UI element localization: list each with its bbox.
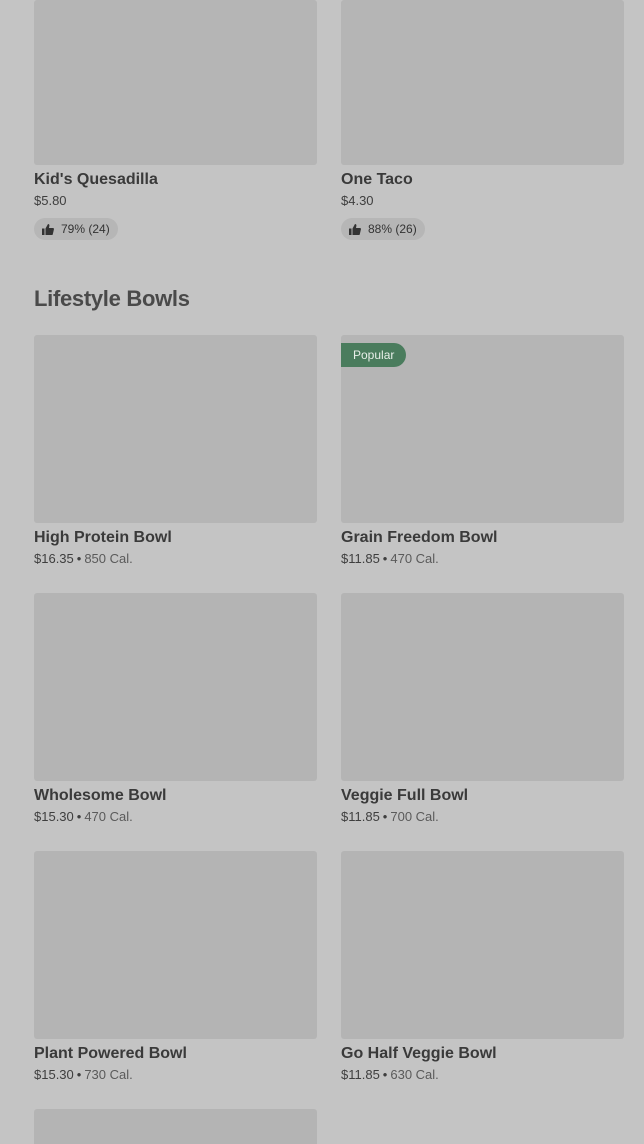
separator: • — [382, 1067, 388, 1082]
item-name: Wholesome Bowl — [34, 787, 167, 804]
item-meta: $11.85 • 470 Cal. — [341, 551, 624, 567]
item-calories: 700 Cal. — [390, 809, 439, 824]
menu-item-card[interactable]: One Taco $4.30 88% (26) — [341, 0, 624, 240]
item-price: $11.85 — [341, 551, 380, 566]
item-name: Plant Powered Bowl — [34, 1045, 187, 1062]
separator: • — [76, 809, 82, 824]
rating-text: 88% (26) — [368, 222, 417, 236]
rating-badge: 88% (26) — [341, 218, 425, 240]
menu-item-card[interactable] — [34, 1109, 317, 1144]
section-title: Lifestyle Bowls — [34, 286, 190, 311]
menu-item-card[interactable]: High Protein Bowl $16.35 • 850 Cal. — [34, 335, 317, 567]
menu-item-card[interactable]: Go Half Veggie Bowl $11.85 • 630 Cal. — [341, 851, 624, 1083]
separator: • — [76, 551, 82, 566]
item-image[interactable] — [341, 0, 624, 165]
item-image[interactable] — [34, 851, 317, 1039]
separator: • — [382, 551, 388, 566]
item-name: One Taco — [341, 171, 413, 188]
menu-item-card[interactable]: Plant Powered Bowl $15.30 • 730 Cal. — [34, 851, 317, 1083]
thumbs-up-icon — [42, 223, 54, 235]
item-meta: $16.35 • 850 Cal. — [34, 551, 317, 567]
item-calories: 470 Cal. — [390, 551, 439, 566]
item-image[interactable] — [34, 1109, 317, 1144]
item-name: Kid's Quesadilla — [34, 171, 158, 188]
item-calories: 850 Cal. — [84, 551, 133, 566]
item-price: $16.35 — [34, 551, 74, 566]
item-meta: $11.85 • 700 Cal. — [341, 809, 624, 825]
menu-item-card[interactable]: Kid's Quesadilla $5.80 79% (24) — [34, 0, 317, 240]
item-meta: $15.30 • 470 Cal. — [34, 809, 317, 825]
item-price: $11.85 — [341, 1067, 380, 1082]
item-calories: 470 Cal. — [84, 809, 133, 824]
item-meta: $15.30 • 730 Cal. — [34, 1067, 317, 1083]
item-calories: 730 Cal. — [84, 1067, 133, 1082]
item-price: $15.30 — [34, 809, 74, 824]
item-image[interactable]: Popular — [341, 335, 624, 523]
separator: • — [382, 809, 388, 824]
menu-item-card[interactable]: Wholesome Bowl $15.30 • 470 Cal. — [34, 593, 317, 825]
item-image[interactable] — [34, 335, 317, 523]
rating-text: 79% (24) — [61, 222, 110, 236]
item-name: Grain Freedom Bowl — [341, 529, 498, 546]
rating-badge: 79% (24) — [34, 218, 118, 240]
popular-badge: Popular — [341, 343, 407, 367]
item-image[interactable] — [34, 593, 317, 781]
item-image[interactable] — [34, 0, 317, 165]
item-name: Go Half Veggie Bowl — [341, 1045, 497, 1062]
item-image[interactable] — [341, 851, 624, 1039]
menu-item-card[interactable]: Popular Grain Freedom Bowl $11.85 • 470 Ca… — [341, 335, 624, 567]
item-calories: 630 Cal. — [390, 1067, 439, 1082]
separator: • — [76, 1067, 82, 1082]
item-image[interactable] — [341, 593, 624, 781]
menu-item-card[interactable]: Veggie Full Bowl $11.85 • 700 Cal. — [341, 593, 624, 825]
item-name: Veggie Full Bowl — [341, 787, 469, 804]
item-price: $11.85 — [341, 809, 380, 824]
item-price: $4.30 — [341, 193, 374, 208]
item-price: $15.30 — [34, 1067, 74, 1082]
thumbs-up-icon — [349, 223, 361, 235]
menu-page: Kid's Quesadilla $5.80 79% (24) One Taco… — [0, 0, 644, 1144]
item-meta: $11.85 • 630 Cal. — [341, 1067, 624, 1083]
item-name: High Protein Bowl — [34, 529, 172, 546]
item-price: $5.80 — [34, 193, 67, 208]
